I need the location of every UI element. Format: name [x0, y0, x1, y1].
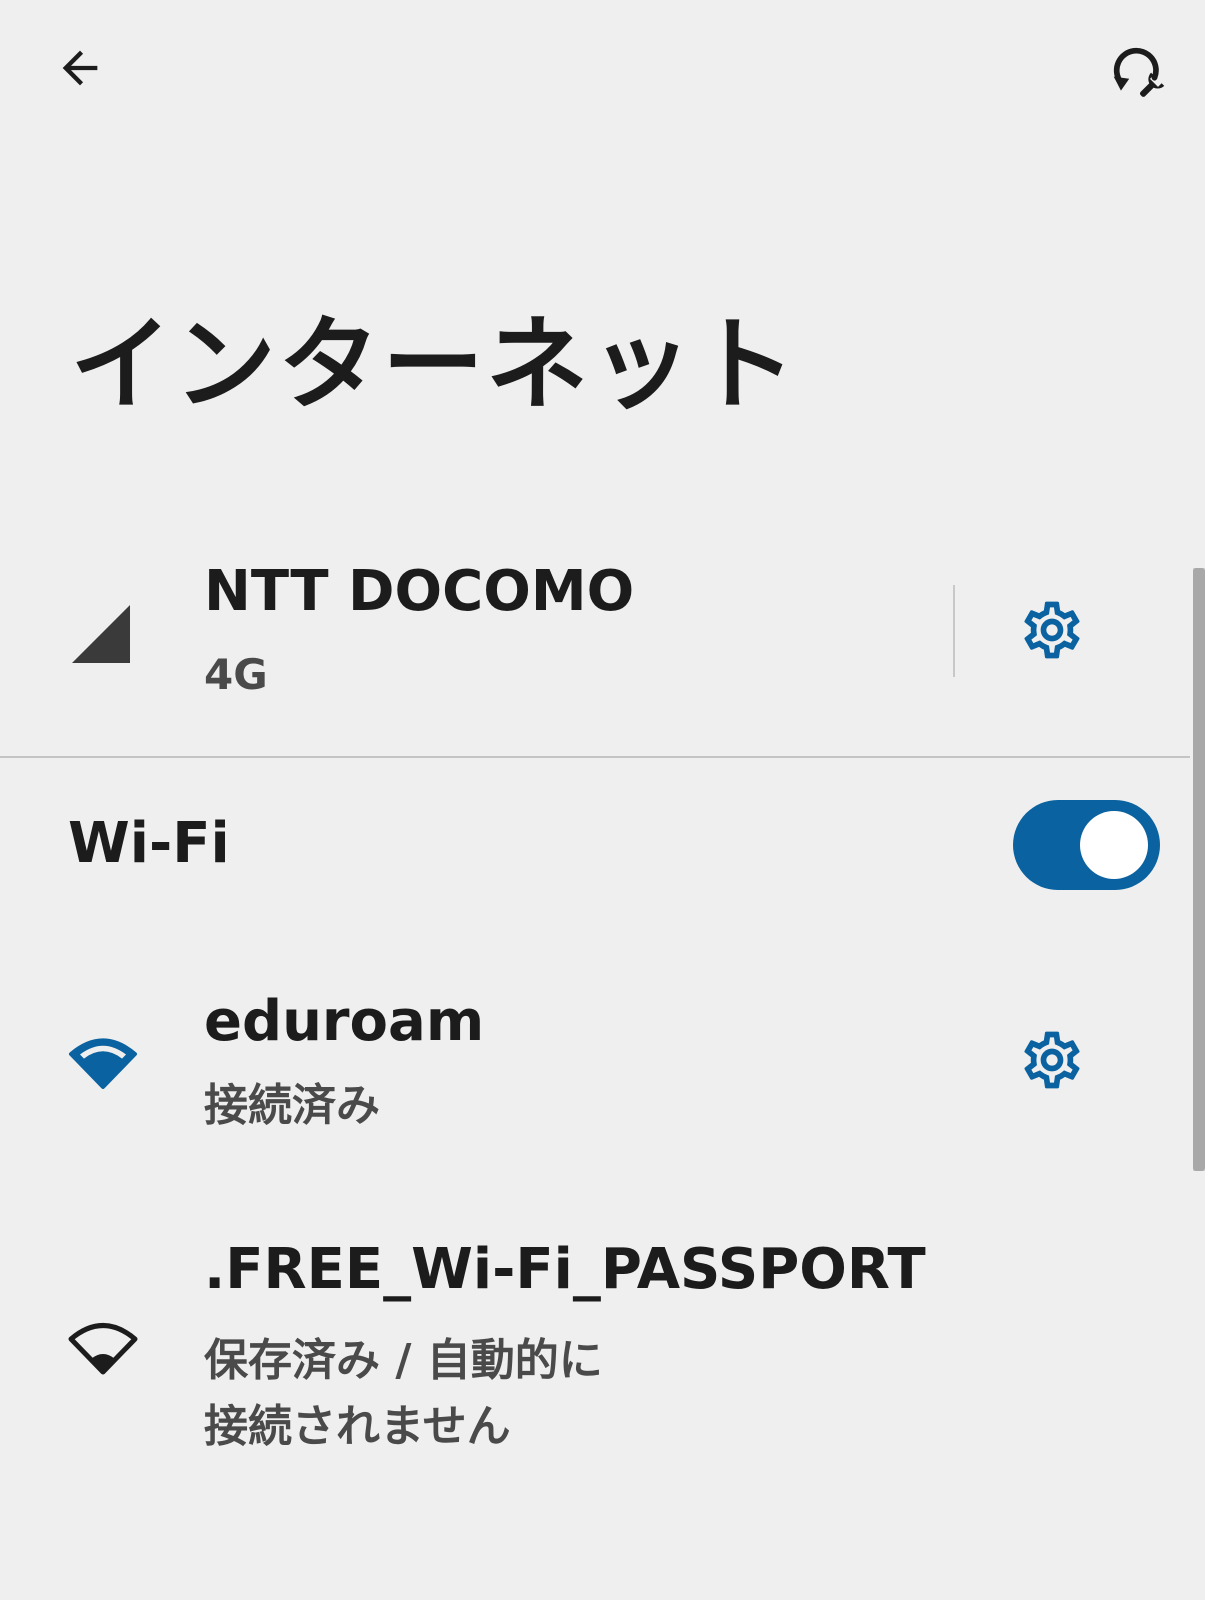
wifi-outline-icon	[68, 1323, 138, 1375]
network-ssid: .FREE_Wi-Fi_PASSPORT	[204, 1237, 926, 1302]
carrier-name: NTT DOCOMO	[204, 559, 635, 624]
wifi-label: Wi-Fi	[68, 811, 230, 876]
network-settings-button[interactable]	[1018, 1026, 1086, 1094]
network-item-eduroam[interactable]	[0, 975, 1190, 1155]
network-type: 4G	[204, 650, 268, 699]
cellular-signal-icon	[72, 605, 130, 663]
wifi-full-icon	[69, 1038, 137, 1089]
carrier-settings-button[interactable]	[1018, 596, 1086, 664]
arrow-back-icon	[62, 50, 98, 86]
network-reset-icon	[1113, 47, 1165, 97]
page-title: インターネット	[70, 306, 798, 425]
network-status: 接続済み	[204, 1080, 380, 1131]
network-status: 保存済み / 自動的に接続されません	[204, 1335, 603, 1452]
wifi-toggle-knob	[1080, 811, 1148, 879]
scrollbar-thumb[interactable]	[1193, 568, 1205, 1171]
network-ssid: eduroam	[204, 989, 485, 1054]
gear-icon	[1024, 601, 1080, 659]
section-divider	[0, 756, 1190, 758]
network-reset-button[interactable]	[1095, 28, 1181, 114]
vertical-divider	[953, 585, 955, 677]
gear-icon	[1024, 1031, 1080, 1089]
back-button[interactable]	[40, 28, 120, 108]
